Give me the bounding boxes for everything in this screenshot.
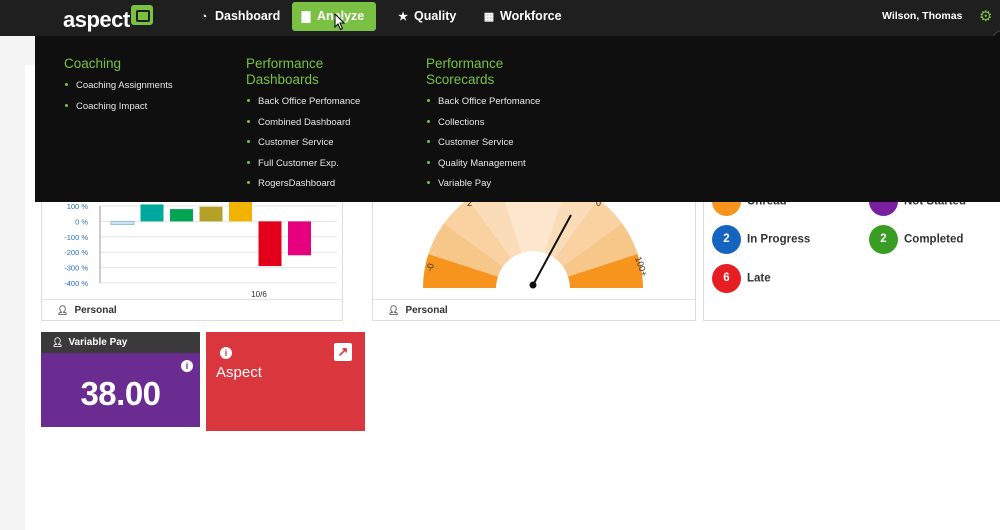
- status-late-count: 6: [712, 264, 741, 293]
- variable-pay-title: Variable Pay: [68, 337, 128, 348]
- menu-heading-performance-dashboards[interactable]: Performance Dashboards: [246, 56, 360, 88]
- aspect-tile-title: Aspect: [216, 364, 262, 381]
- menu-item-back-office-performance[interactable]: Back Office Perfomance: [246, 95, 360, 116]
- menu-item-coaching-assignments[interactable]: Coaching Assignments: [64, 79, 173, 100]
- gauge-label-3: 0: [596, 202, 601, 208]
- bar-series-2[interactable]: [140, 204, 164, 222]
- status-late-label: Late: [747, 272, 771, 285]
- menu-item-collections[interactable]: Collections: [426, 116, 540, 137]
- bar-chart: 100 % 0 % -100 % -200 % -300 % -400 % 10/6: [64, 202, 337, 299]
- bar-series-4[interactable]: [199, 206, 223, 222]
- y-tick-label: -300 %: [64, 264, 88, 273]
- menu-column-performance-scorecards: Performance Scorecards Back Office Perfom…: [426, 56, 540, 198]
- logo-bubble-icon: [130, 5, 153, 25]
- bar-chart-panel: 100 % 0 % -100 % -200 % -300 % -400 % 10/6 👤︎ P…: [41, 202, 343, 321]
- aspect-tile[interactable]: i Aspect ↗: [206, 332, 365, 431]
- menu-item-customer-service[interactable]: Customer Service: [246, 136, 360, 157]
- menu-item-variable-pay[interactable]: Variable Pay: [426, 177, 540, 198]
- nav-dashboard[interactable]: ◔ Dashboard: [190, 2, 288, 31]
- menu-item-customer-service-scorecard[interactable]: Customer Service: [426, 136, 540, 157]
- status-completed[interactable]: 2 Completed: [869, 225, 963, 254]
- logo-text: aspect: [63, 7, 130, 32]
- y-tick-label: -400 %: [64, 279, 88, 288]
- y-tick-label: -100 %: [64, 233, 88, 242]
- aspect-logo[interactable]: aspect: [63, 5, 153, 33]
- status-in-progress-label: In Progress: [747, 233, 811, 246]
- nav-dashboard-label: Dashboard: [215, 9, 281, 23]
- status-completed-label: Completed: [904, 233, 964, 246]
- menu-item-full-customer-exp[interactable]: Full Customer Exp.: [246, 157, 360, 178]
- mouse-cursor-icon: [334, 13, 346, 31]
- dashboard-icon: ◔: [200, 11, 208, 23]
- calendar-icon: ▦: [483, 11, 495, 23]
- person-icon: 👤︎: [57, 305, 69, 315]
- bar-chart-icon: ▇: [301, 11, 311, 23]
- nav-workforce-label: Workforce: [500, 9, 562, 23]
- gauge-panel-footer-label: Personal: [405, 305, 448, 316]
- x-tick-label: 10/6: [251, 290, 267, 299]
- bar-series-3[interactable]: [170, 209, 193, 222]
- variable-pay-header: 👤︎ Variable Pay: [41, 332, 200, 353]
- gauge-panel-footer: 👤︎ Personal: [373, 299, 695, 320]
- y-tick-label: -200 %: [64, 248, 88, 257]
- nav-quality[interactable]: ★ Quality: [389, 2, 464, 31]
- gauge-panel: -0 2 0 100+ 👤︎ Personal: [372, 202, 696, 321]
- menu-item-coaching-impact[interactable]: Coaching Impact: [64, 100, 173, 121]
- info-icon[interactable]: i: [220, 347, 232, 359]
- gear-icon[interactable]: ⚙: [979, 7, 992, 25]
- status-in-progress-count: 2: [712, 225, 741, 254]
- info-icon[interactable]: i: [181, 360, 193, 372]
- bar-series-1[interactable]: [110, 220, 135, 225]
- menu-heading-coaching[interactable]: Coaching: [64, 56, 173, 72]
- person-icon: 👤︎: [388, 305, 400, 315]
- status-completed-count: 2: [869, 225, 898, 254]
- status-late[interactable]: 6 Late: [712, 264, 771, 293]
- nav-workforce[interactable]: ▦ Workforce: [475, 2, 570, 31]
- menu-heading-performance-scorecards[interactable]: Performance Scorecards: [426, 56, 540, 88]
- user-name[interactable]: Wilson, Thomas: [882, 10, 962, 22]
- analyze-dropdown-menu: Coaching Coaching Assignments Coaching I…: [35, 36, 1000, 202]
- external-link-icon[interactable]: ↗: [334, 343, 352, 361]
- menu-item-quality-management[interactable]: Quality Management: [426, 157, 540, 178]
- menu-item-combined-dashboard[interactable]: Combined Dashboard: [246, 116, 360, 137]
- variable-pay-value: 38.00: [80, 375, 161, 412]
- y-tick-label: 100 %: [67, 202, 89, 211]
- bar-series-5[interactable]: [229, 202, 252, 222]
- coaching-status-panel: Unread Not Started 2In Progress 2Complet…: [703, 187, 1000, 321]
- gauge-chart: -0 2 0 100+: [423, 202, 649, 289]
- top-nav-bar: aspect ◔ Dashboard ▇ Analyze ★ Quality ▦ Wor…: [0, 0, 1000, 36]
- bar-panel-footer: 👤︎ Personal: [42, 299, 342, 320]
- status-in-progress[interactable]: 2 In Progress: [712, 225, 810, 254]
- person-icon: 👤︎: [52, 337, 64, 347]
- bar-series-7[interactable]: [288, 221, 311, 256]
- variable-pay-tile[interactable]: 👤︎ Variable Pay i 38.00: [41, 332, 200, 427]
- nav-quality-label: Quality: [414, 9, 457, 23]
- gauge-hub: [529, 281, 537, 289]
- gauge-label-2: 2: [467, 202, 472, 208]
- menu-column-performance-dashboards: Performance Dashboards Back Office Perfom…: [246, 56, 360, 198]
- menu-column-coaching: Coaching Coaching Assignments Coaching I…: [64, 56, 173, 120]
- star-icon: ★: [398, 11, 408, 23]
- y-tick-label: 0 %: [75, 217, 88, 226]
- bar-series-6[interactable]: [258, 221, 282, 267]
- menu-item-rogers-dashboard[interactable]: RogersDashboard: [246, 177, 360, 198]
- menu-item-back-office-performance-scorecard[interactable]: Back Office Perfomance: [426, 95, 540, 116]
- bar-panel-footer-label: Personal: [74, 305, 117, 316]
